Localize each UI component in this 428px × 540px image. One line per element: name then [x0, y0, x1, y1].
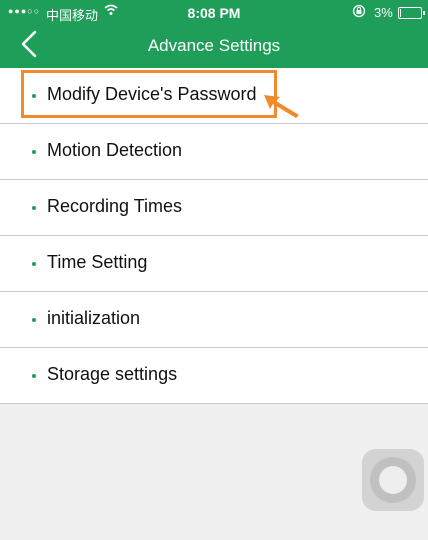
battery-percentage: 3% [374, 5, 393, 20]
bullet-icon [32, 206, 36, 210]
list-item-storage-settings[interactable]: Storage settings [0, 348, 428, 404]
list-item-time-setting[interactable]: Time Setting [0, 236, 428, 292]
bullet-icon [32, 262, 36, 266]
highlight-box [21, 70, 277, 118]
bullet-icon [32, 150, 36, 154]
assistive-touch-button[interactable] [362, 449, 424, 511]
page-title: Advance Settings [147, 36, 281, 55]
settings-list: Modify Device's Password Motion Detectio… [0, 68, 428, 404]
assistive-touch-icon [379, 466, 407, 494]
rotation-lock-icon [352, 4, 366, 21]
bullet-icon [32, 318, 36, 322]
status-bar: ●●●○○ 中国移动 8:08 PM 3% [0, 0, 428, 26]
list-item-initialization[interactable]: initialization [0, 292, 428, 348]
list-item-label: Recording Times [47, 196, 183, 216]
list-item-label: Motion Detection [47, 140, 183, 160]
list-item-label: initialization [47, 308, 141, 328]
pointer-arrow-icon [264, 95, 299, 118]
list-item-motion-detection[interactable]: Motion Detection [0, 124, 428, 180]
list-item-label: Storage settings [47, 364, 178, 384]
list-item-recording-times[interactable]: Recording Times [0, 180, 428, 236]
app-header: ●●●○○ 中国移动 8:08 PM 3% Advance Settings [0, 0, 428, 68]
battery-icon [398, 7, 425, 19]
battery-fill [400, 9, 401, 17]
list-item-label: Time Setting [47, 252, 148, 272]
bullet-icon [32, 374, 36, 378]
